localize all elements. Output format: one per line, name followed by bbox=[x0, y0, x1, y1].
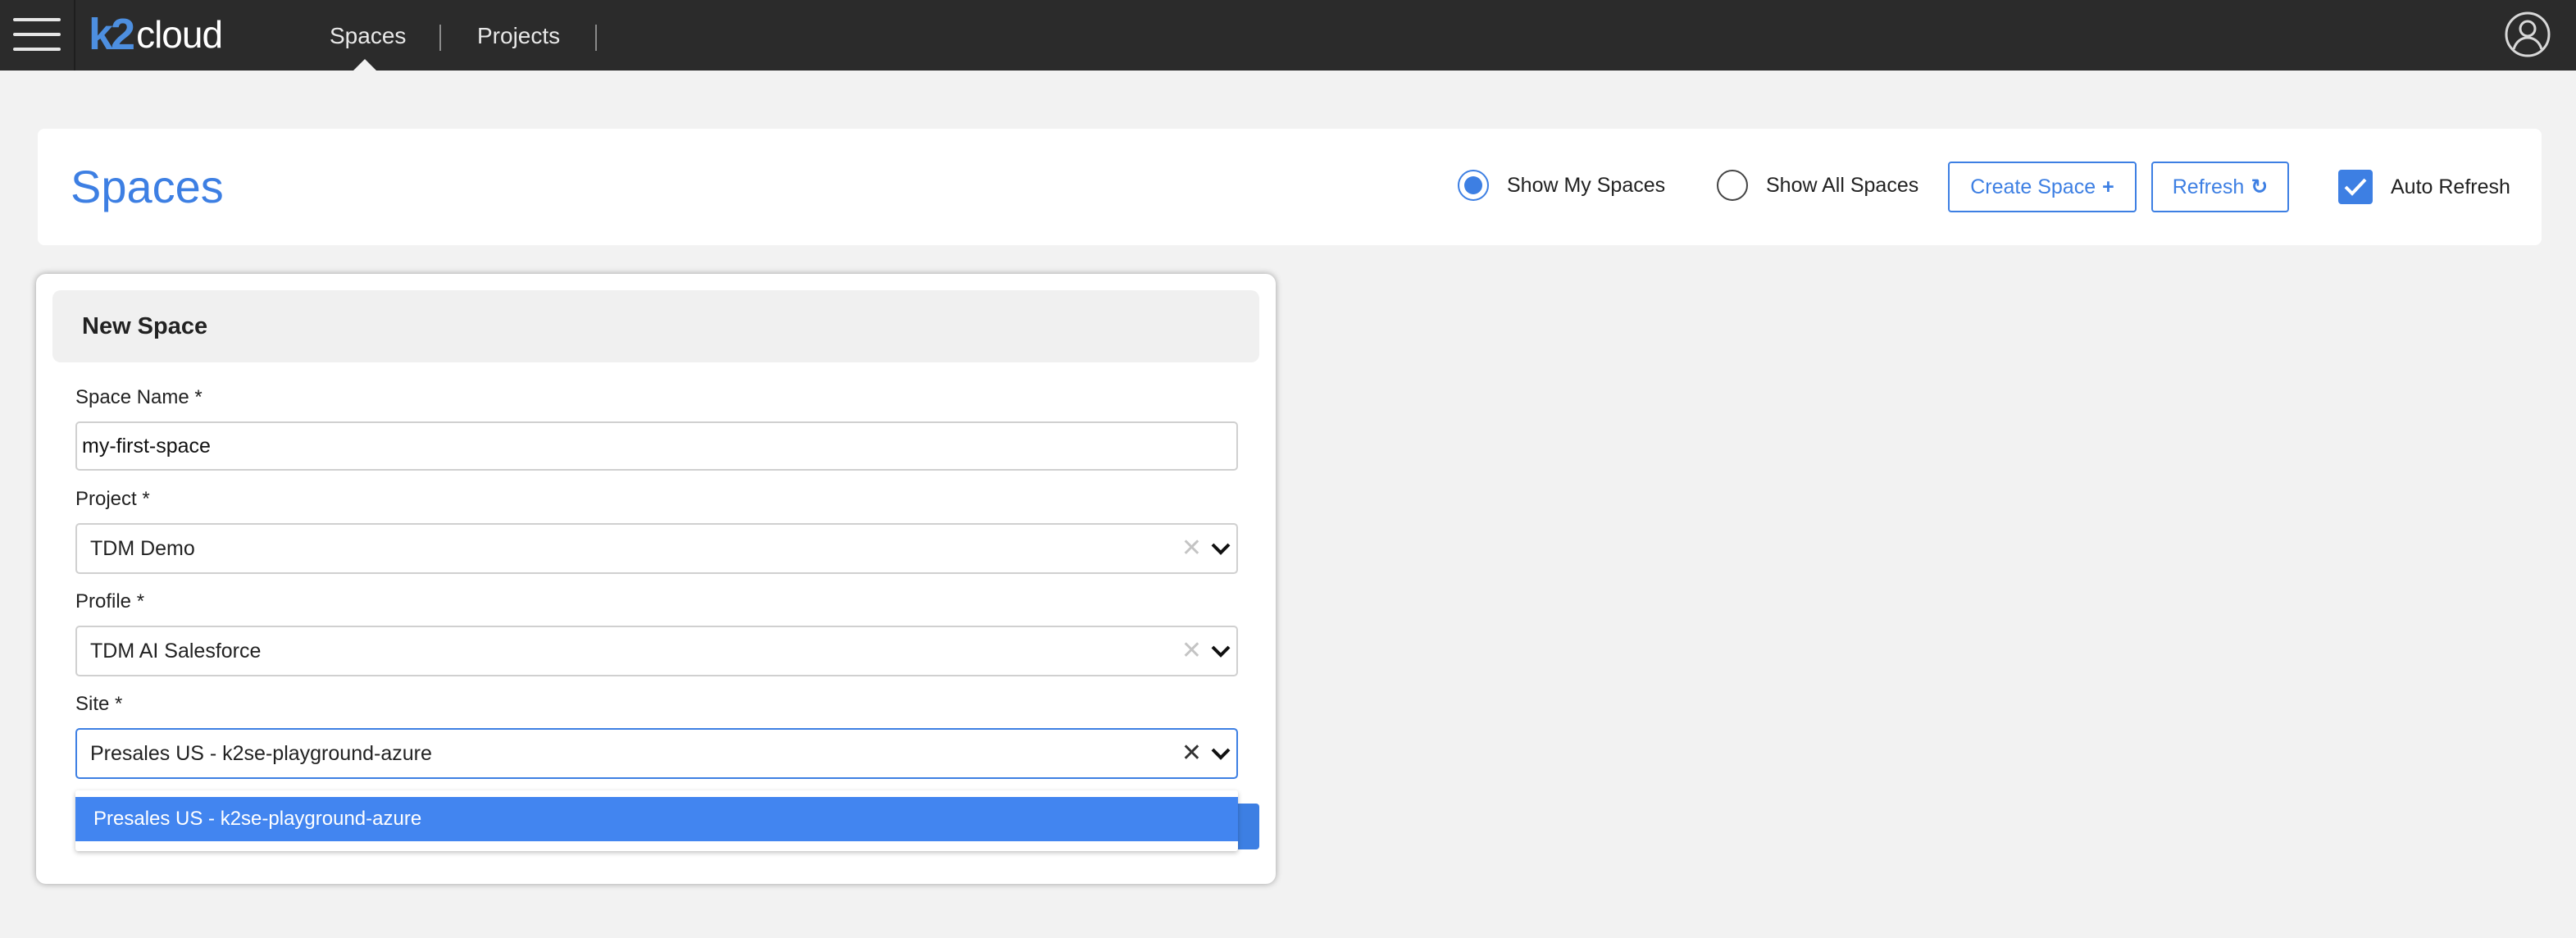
chevron-down-icon[interactable] bbox=[1210, 540, 1231, 558]
profile-select[interactable]: TDM AI Salesforce ✕ bbox=[75, 626, 1238, 676]
chevron-down-icon[interactable] bbox=[1210, 642, 1231, 660]
create-space-label: Create Space bbox=[1970, 175, 2096, 198]
refresh-button[interactable]: Refresh ↻ bbox=[2151, 162, 2289, 212]
plus-icon: + bbox=[2102, 175, 2114, 198]
create-space-button[interactable]: Create Space + bbox=[1948, 162, 2137, 212]
auto-refresh-checkbox[interactable] bbox=[2338, 170, 2373, 204]
logo-k2-text: k2 bbox=[89, 10, 135, 59]
active-nav-indicator bbox=[353, 59, 376, 71]
nav-spaces[interactable]: Spaces bbox=[330, 23, 406, 49]
clear-icon[interactable]: ✕ bbox=[1181, 535, 1202, 562]
chevron-down-icon[interactable] bbox=[1210, 744, 1231, 763]
clear-icon[interactable]: ✕ bbox=[1181, 740, 1202, 767]
dialog-title: New Space bbox=[82, 313, 208, 339]
new-space-dialog: New Space Space Name * Project * TDM Dem… bbox=[36, 274, 1276, 884]
nav-divider bbox=[595, 25, 597, 51]
show-my-spaces-label: Show My Spaces bbox=[1507, 173, 1666, 197]
site-option[interactable]: Presales US - k2se-playground-azure bbox=[75, 797, 1238, 841]
nav-projects[interactable]: Projects bbox=[477, 23, 560, 49]
site-select[interactable]: Presales US - k2se-playground-azure ✕ bbox=[75, 728, 1238, 779]
clear-icon[interactable]: ✕ bbox=[1181, 637, 1202, 665]
site-dropdown-menu: Presales US - k2se-playground-azure bbox=[75, 790, 1238, 851]
top-bar: k2 cloud Spaces Projects bbox=[0, 0, 2576, 71]
menu-icon[interactable] bbox=[13, 15, 61, 54]
show-all-spaces-label: Show All Spaces bbox=[1766, 173, 1919, 197]
dialog-header: New Space bbox=[52, 290, 1259, 362]
checkmark-icon bbox=[2344, 178, 2367, 196]
profile-value: TDM AI Salesforce bbox=[90, 640, 262, 663]
show-all-spaces-radio[interactable]: Show All Spaces bbox=[1717, 170, 1918, 201]
project-label: Project * bbox=[75, 488, 150, 510]
auto-refresh-label: Auto Refresh bbox=[2391, 175, 2510, 198]
space-name-label: Space Name * bbox=[75, 386, 203, 408]
auto-refresh-toggle[interactable]: Auto Refresh bbox=[2338, 170, 2510, 204]
show-my-spaces-radio[interactable]: Show My Spaces bbox=[1458, 170, 1665, 201]
spaces-header-card: Spaces Show My Spaces Show All Spaces Cr… bbox=[38, 129, 2542, 245]
refresh-label: Refresh bbox=[2172, 175, 2245, 198]
profile-label: Profile * bbox=[75, 590, 145, 612]
page-title: Spaces bbox=[71, 161, 224, 212]
project-value: TDM Demo bbox=[90, 537, 195, 560]
space-name-input[interactable] bbox=[75, 421, 1238, 471]
site-value: Presales US - k2se-playground-azure bbox=[90, 742, 432, 765]
user-icon[interactable] bbox=[2504, 11, 2551, 58]
nav-divider bbox=[439, 25, 441, 51]
logo-cloud-text: cloud bbox=[136, 13, 223, 56]
k2cloud-logo[interactable]: k2 cloud bbox=[89, 10, 223, 59]
radio-unchecked[interactable] bbox=[1717, 170, 1748, 201]
project-select[interactable]: TDM Demo ✕ bbox=[75, 523, 1238, 574]
site-label: Site * bbox=[75, 693, 123, 715]
radio-checked[interactable] bbox=[1458, 170, 1489, 201]
refresh-icon: ↻ bbox=[2251, 175, 2269, 198]
topbar-divider bbox=[74, 0, 75, 71]
